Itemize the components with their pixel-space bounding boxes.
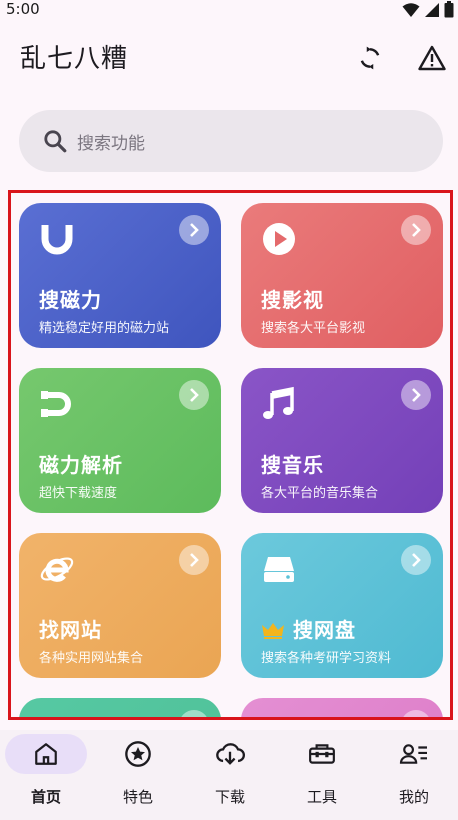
battery-icon	[444, 1, 454, 18]
person-list-icon	[399, 744, 427, 764]
card-search-drive[interactable]: 搜网盘 搜索各种考研学习资料	[241, 533, 443, 678]
card-title: 搜磁力	[39, 288, 102, 312]
status-time: 5:00	[6, 0, 40, 18]
magnet-u-icon	[39, 221, 75, 257]
nav-me[interactable]: 我的	[368, 730, 458, 820]
card-search-video[interactable]: 搜影视 搜索各大平台影视	[241, 203, 443, 348]
drive-icon	[261, 551, 297, 587]
toolbox-icon	[309, 744, 335, 764]
nav-download-label: 下载	[214, 788, 245, 806]
home-icon	[35, 743, 57, 765]
nav-download[interactable]: 下载	[184, 730, 276, 820]
status-bar: 5:00	[0, 0, 458, 22]
card-partial-green[interactable]	[19, 698, 221, 717]
nav-featured[interactable]: 特色	[92, 730, 184, 820]
internet-explorer-icon	[39, 551, 75, 587]
magnet-icon	[39, 386, 75, 422]
chevron-right-icon	[179, 380, 209, 410]
warning-icon	[418, 45, 446, 71]
chevron-right-icon	[179, 215, 209, 245]
search-icon	[41, 127, 69, 155]
chevron-right-icon	[179, 710, 209, 717]
cloud-download-icon	[216, 743, 245, 765]
card-subtitle: 搜索各大平台影视	[261, 321, 366, 336]
app-header: 乱七八糟	[0, 30, 458, 86]
card-search-magnet[interactable]: 搜磁力 精选稳定好用的磁力站	[19, 203, 221, 348]
refresh-button[interactable]	[352, 40, 388, 76]
feature-grid: 搜磁力 精选稳定好用的磁力站 搜影视 搜索各大平台影视 磁力解析 超快下载速度 …	[8, 190, 453, 720]
card-title: 搜网盘	[293, 618, 356, 642]
chevron-right-icon	[179, 545, 209, 575]
nav-me-label: 我的	[398, 788, 429, 806]
card-title: 找网站	[39, 618, 102, 642]
nav-tools-pill	[281, 734, 363, 774]
crown-icon	[262, 623, 284, 639]
card-subtitle: 各大平台的音乐集合	[261, 486, 379, 501]
card-magnet-parse[interactable]: 磁力解析 超快下载速度	[19, 368, 221, 513]
bottom-nav: 首页 特色 下载 工具 我的	[0, 730, 458, 820]
chevron-right-icon	[401, 215, 431, 245]
nav-featured-label: 特色	[122, 788, 153, 806]
chevron-right-icon	[401, 545, 431, 575]
nav-home-pill	[5, 734, 87, 774]
card-subtitle: 超快下载速度	[39, 486, 118, 501]
warning-button[interactable]	[414, 40, 450, 76]
status-icons	[402, 1, 454, 18]
card-subtitle: 各种实用网站集合	[39, 651, 144, 666]
card-title-with-crown: 搜网盘	[261, 614, 356, 643]
nav-home[interactable]: 首页	[0, 730, 92, 820]
nav-tools-label: 工具	[306, 788, 337, 806]
card-subtitle: 搜索各种考研学习资料	[261, 651, 392, 666]
card-partial-pink[interactable]	[241, 698, 443, 717]
chevron-right-icon	[401, 710, 431, 717]
play-circle-icon	[261, 221, 297, 257]
refresh-icon	[360, 46, 380, 70]
card-subtitle: 精选稳定好用的磁力站	[39, 321, 170, 336]
search-placeholder: 搜索功能	[77, 133, 145, 154]
nav-home-label: 首页	[30, 788, 61, 806]
app-title: 乱七八糟	[20, 44, 129, 74]
card-search-music[interactable]: 搜音乐 各大平台的音乐集合	[241, 368, 443, 513]
nav-tools[interactable]: 工具	[276, 730, 368, 820]
music-note-icon	[261, 386, 297, 422]
card-find-sites[interactable]: 找网站 各种实用网站集合	[19, 533, 221, 678]
nav-download-pill	[189, 734, 271, 774]
card-title: 搜影视	[261, 288, 324, 312]
search-bar[interactable]: 搜索功能	[19, 110, 443, 172]
signal-icon	[425, 2, 439, 17]
card-title: 磁力解析	[39, 453, 123, 477]
nav-featured-pill	[97, 734, 179, 774]
star-circle-icon	[125, 741, 151, 767]
nav-me-pill	[373, 734, 455, 774]
card-title: 搜音乐	[261, 453, 324, 477]
chevron-right-icon	[401, 380, 431, 410]
wifi-icon	[402, 2, 420, 17]
